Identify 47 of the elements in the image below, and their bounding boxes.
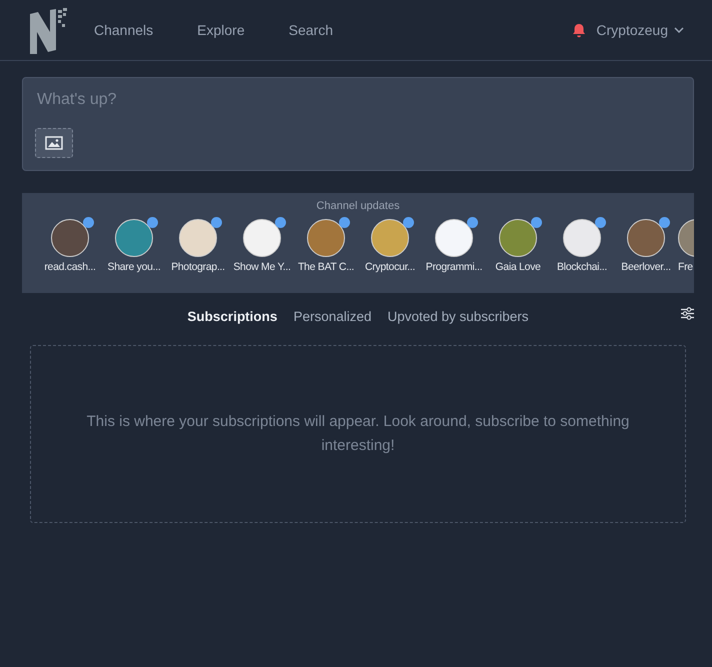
channel-avatar[interactable]: [307, 219, 345, 257]
feed-tab[interactable]: Subscriptions: [187, 308, 278, 324]
channel-avatar[interactable]: [371, 219, 409, 257]
unread-dot: [339, 217, 350, 228]
unread-dot: [659, 217, 670, 228]
unread-dot: [467, 217, 478, 228]
nav-link[interactable]: Explore: [197, 22, 245, 38]
channel-name[interactable]: Beerlover...: [621, 261, 671, 273]
image-icon: [45, 136, 63, 150]
post-input[interactable]: What's up?: [35, 90, 681, 110]
unread-dot: [83, 217, 94, 228]
feed-tab[interactable]: Upvoted by subscribers: [387, 308, 529, 324]
unread-dot: [147, 217, 158, 228]
unread-dot: [211, 217, 222, 228]
unread-dot: [595, 217, 606, 228]
chevron-down-icon: [674, 27, 684, 33]
image-upload-button[interactable]: [35, 128, 73, 158]
bell-icon[interactable]: [572, 22, 586, 38]
channel-name[interactable]: Cryptocur...: [364, 261, 416, 273]
channel-name[interactable]: Share you...: [107, 261, 161, 273]
channel-name[interactable]: Photograp...: [171, 261, 225, 273]
channel-avatar[interactable]: [51, 219, 89, 257]
channel-avatar[interactable]: [243, 219, 281, 257]
channel-avatar[interactable]: [563, 219, 601, 257]
panel-title: Channel updates: [315, 200, 401, 212]
empty-message: This is where your subscriptions will appear. Look around, subscribe to something interesting!: [86, 412, 630, 456]
sliders-icon: [681, 307, 694, 320]
unread-dot: [531, 217, 542, 228]
channel-name[interactable]: read.cash...: [44, 261, 96, 273]
channel-avatar[interactable]: [179, 219, 217, 257]
feed-tab[interactable]: Personalized: [293, 308, 372, 324]
channel-name[interactable]: Fre: [678, 261, 693, 273]
nav-link[interactable]: Channels: [94, 22, 154, 38]
channel-avatar[interactable]: [115, 219, 153, 257]
user-menu[interactable]: Cryptozeug: [596, 22, 684, 38]
channel-name[interactable]: Programmi...: [426, 261, 482, 273]
channel-avatar[interactable]: [435, 219, 473, 257]
unread-dot: [403, 217, 414, 228]
unread-dot: [275, 217, 286, 228]
channel-name[interactable]: Show Me Y...: [233, 261, 291, 273]
channel-avatar[interactable]: [627, 219, 665, 257]
channel-name[interactable]: Gaia Love: [495, 261, 541, 273]
channel-name[interactable]: Blockchai...: [556, 261, 608, 273]
filter-button[interactable]: [681, 307, 694, 320]
nav-link[interactable]: Search: [288, 22, 333, 38]
channel-avatar[interactable]: [499, 219, 537, 257]
channel-name[interactable]: The BAT C...: [298, 261, 354, 273]
